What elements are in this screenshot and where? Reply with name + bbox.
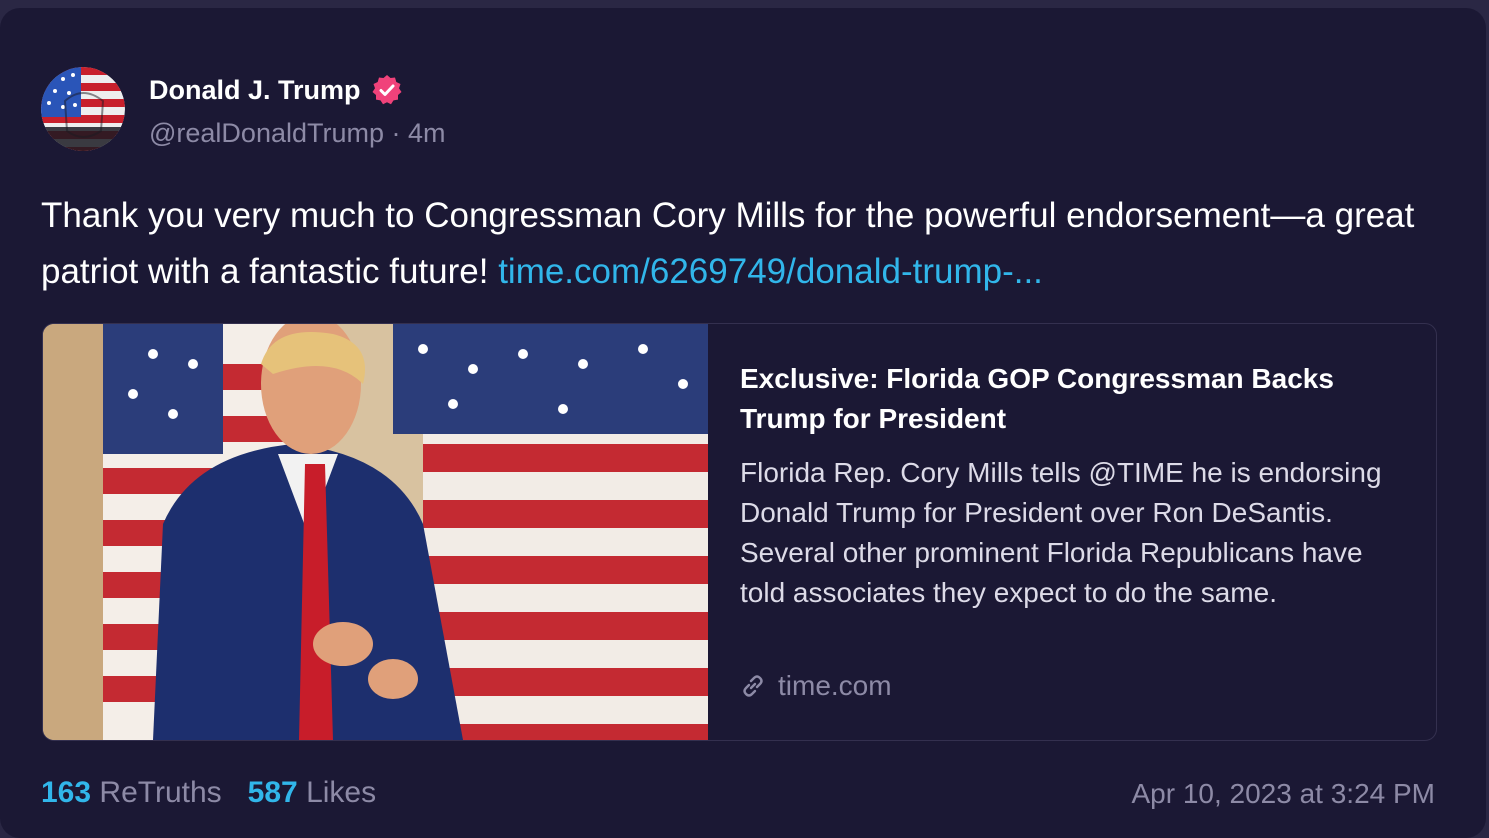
- post-timestamp[interactable]: Apr 10, 2023 at 3:24 PM: [1131, 778, 1435, 810]
- handle[interactable]: @realDonaldTrump: [149, 118, 384, 148]
- link-preview-card[interactable]: Exclusive: Florida GOP Congressman Backs…: [42, 323, 1437, 741]
- time-ago[interactable]: 4m: [408, 118, 446, 148]
- likes-count: 587: [247, 776, 298, 809]
- likes-stat[interactable]: 587 Likes: [248, 776, 376, 810]
- post-link[interactable]: time.com/6269749/donald-trump-...: [498, 252, 1043, 291]
- post-body: Thank you very much to Congressman Cory …: [41, 188, 1451, 300]
- likes-label: Likes: [306, 776, 377, 809]
- retruths-count: 163: [41, 776, 92, 809]
- post-card: Donald J. Trump @realDonaldTrump · 4m Th…: [0, 8, 1486, 838]
- preview-image: [43, 324, 708, 740]
- preview-title[interactable]: Exclusive: Florida GOP Congressman Backs…: [740, 359, 1410, 439]
- post-stats: 163 ReTruths 587 Likes: [41, 776, 402, 810]
- retruths-label: ReTruths: [99, 776, 222, 809]
- link-icon: [743, 675, 763, 697]
- retruths-stat[interactable]: 163 ReTruths: [41, 776, 222, 810]
- preview-description: Florida Rep. Cory Mills tells @TIME he i…: [740, 457, 1382, 608]
- preview-domain-text: time.com: [778, 670, 892, 701]
- avatar[interactable]: [41, 67, 125, 151]
- preview-domain[interactable]: time.com: [740, 670, 892, 702]
- separator: ·: [391, 118, 401, 148]
- verified-badge-icon: [372, 75, 402, 105]
- author-row: Donald J. Trump: [149, 74, 403, 106]
- handle-row: @realDonaldTrump · 4m: [149, 118, 446, 149]
- display-name[interactable]: Donald J. Trump: [149, 75, 361, 106]
